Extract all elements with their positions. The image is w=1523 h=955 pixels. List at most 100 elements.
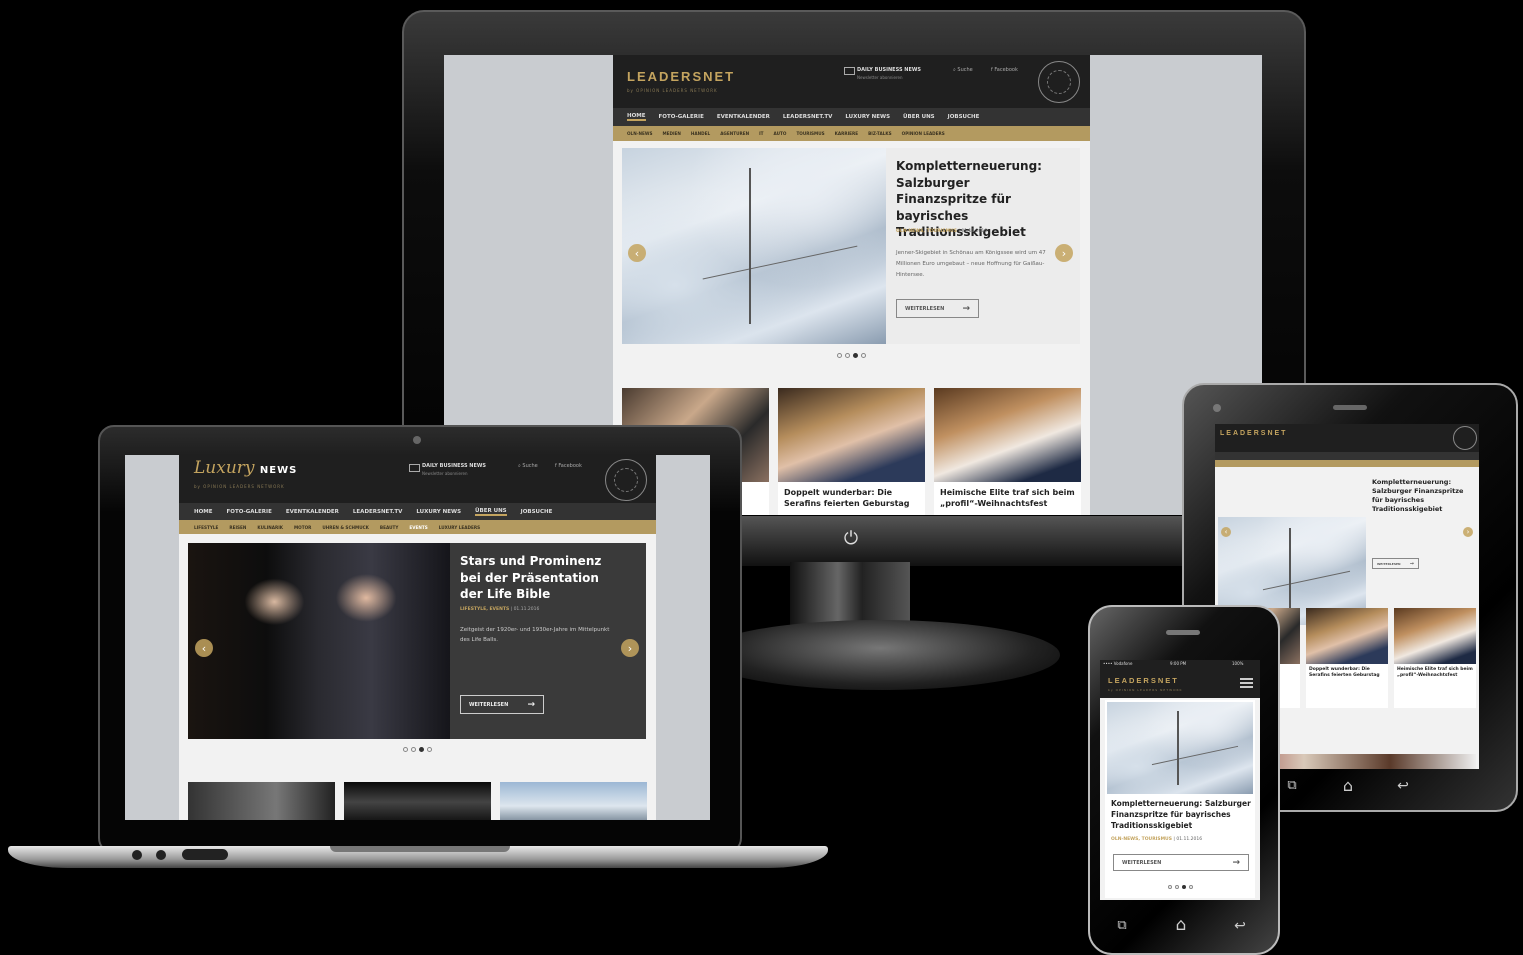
newsletter-link[interactable]: DAILY BUSINESS NEWS (422, 463, 486, 469)
home-icon[interactable]: ⌂ (1171, 915, 1191, 935)
back-icon[interactable]: ↩ (1231, 918, 1249, 934)
chevron-left-icon[interactable]: ‹ (195, 639, 213, 657)
slider-dot[interactable] (853, 353, 858, 358)
article-card-image[interactable] (500, 782, 647, 820)
facebook-icon: f (555, 463, 557, 469)
slider-dot[interactable] (403, 747, 408, 752)
laptop-camera (413, 436, 421, 444)
back-icon[interactable]: ↩ (1394, 778, 1412, 794)
subnav-item[interactable]: KARRIERE (835, 131, 858, 136)
read-more-button[interactable]: WEITERLESEN → (460, 695, 544, 714)
laptop-site: Luxury NEWS by OPINION LEADERS NETWORK D… (179, 455, 656, 820)
slider-dot[interactable] (861, 353, 866, 358)
hero-category[interactable]: LIFESTYLE, EVENTS (460, 607, 509, 612)
subnav-item[interactable]: BIZ-TALKS (868, 131, 892, 136)
search-link[interactable]: ⌕ Suche (518, 463, 538, 469)
newsletter-link[interactable]: DAILY BUSINESS NEWS (857, 67, 921, 73)
subnav-item[interactable]: HANDEL (691, 131, 710, 136)
nav-item[interactable]: LEADERSNET.TV (783, 114, 832, 120)
nav-item[interactable]: EVENTKALENDER (717, 114, 770, 120)
nav-item[interactable]: ÜBER UNS (475, 508, 507, 516)
subnav-item[interactable]: KULINARIK (257, 525, 283, 530)
subnav-item[interactable]: AUTO (774, 131, 787, 136)
article-card[interactable]: Heimische Elite traf sich beim „profil“-… (934, 388, 1081, 515)
subnav-item[interactable]: MOTOR (294, 525, 311, 530)
hero-category[interactable]: OLN-NEWS, TOURISMUS (1111, 837, 1172, 842)
slider-dot[interactable] (411, 747, 416, 752)
power-icon[interactable]: ⏻ (840, 528, 862, 550)
recent-apps-icon[interactable]: ⧉ (1114, 918, 1130, 934)
chevron-left-icon[interactable]: ‹ (628, 244, 646, 262)
hero-category[interactable]: OLN-NEWS, TOURISMUS (896, 229, 957, 234)
hero-image[interactable] (622, 148, 886, 344)
slider-dot[interactable] (419, 747, 424, 752)
nav-item[interactable]: LUXURY NEWS (416, 509, 461, 515)
read-more-button[interactable]: WEITERLESEN → (896, 299, 979, 318)
slider-dot[interactable] (845, 353, 850, 358)
hero-date: | 01.11.2016 (510, 607, 540, 612)
card-image (1394, 608, 1476, 664)
main-nav: HOME FOTO-GALERIE EVENTKALENDER LEADERSN… (179, 503, 656, 520)
nav-item[interactable]: ÜBER UNS (903, 114, 935, 120)
site-logo[interactable]: LEADERSNET (627, 69, 735, 84)
monitor-base (700, 620, 1060, 690)
hero-title[interactable]: Kompletterneuerung: Salzburger Finanzspr… (1372, 478, 1472, 514)
subnav-item[interactable]: UHREN & SCHMUCK (322, 525, 369, 530)
nav-item[interactable]: JOBSUCHE (948, 114, 980, 120)
slider-dot[interactable] (1167, 885, 1172, 889)
site-logo[interactable]: Luxury NEWS (194, 458, 297, 478)
subnav-item[interactable]: OLN-NEWS (627, 131, 652, 136)
search-link[interactable]: ⌕ Suche (953, 67, 973, 73)
subnav-item[interactable]: MEDIEN (662, 131, 680, 136)
facebook-link[interactable]: f Facebook (991, 67, 1018, 73)
hero-image[interactable] (188, 543, 450, 739)
subnav-item[interactable]: IT (759, 131, 763, 136)
nav-item[interactable]: EVENTKALENDER (286, 509, 339, 515)
read-more-label: WEITERLESEN (1122, 859, 1162, 866)
site-logo[interactable]: LEADERSNET (1220, 430, 1287, 437)
chevron-left-icon[interactable]: ‹ (1221, 527, 1231, 537)
slider-dot[interactable] (1188, 885, 1193, 889)
slider-dot[interactable] (427, 747, 432, 752)
article-card-image[interactable] (188, 782, 335, 820)
subnav-item[interactable]: BEAUTY (380, 525, 398, 530)
home-icon[interactable]: ⌂ (1338, 776, 1358, 796)
subnav-item[interactable]: LIFESTYLE (194, 525, 218, 530)
chevron-right-icon[interactable]: › (621, 639, 639, 657)
laptop-port (156, 850, 166, 860)
nav-item[interactable]: HOME (627, 113, 646, 121)
nav-item[interactable]: LEADERSNET.TV (353, 509, 402, 515)
slider-dot[interactable] (1174, 885, 1179, 889)
facebook-link[interactable]: f Facebook (555, 463, 582, 469)
article-card[interactable]: Doppelt wunderbar: Die Serafins feierten… (778, 388, 925, 515)
article-card-image[interactable] (344, 782, 491, 820)
subnav-item[interactable]: OPINION LEADERS (902, 131, 945, 136)
slider-dot[interactable] (1181, 885, 1186, 889)
hero-title[interactable]: Kompletterneuerung: Salzburger Finanzspr… (1111, 798, 1251, 831)
mail-icon[interactable] (844, 67, 855, 75)
nav-item[interactable]: LUXURY NEWS (845, 114, 890, 120)
subnav-item[interactable]: AGENTUREN (720, 131, 749, 136)
subnav-item[interactable]: EVENTS (409, 525, 427, 530)
hero-title[interactable]: Stars und Prominenz bei der Präsentation… (460, 553, 620, 603)
article-card[interactable]: Doppelt wunderbar: Die Serafins feierten… (1306, 608, 1388, 708)
subnav-item[interactable]: TOURISMUS (796, 131, 824, 136)
nav-item[interactable]: FOTO-GALERIE (227, 509, 272, 515)
hero-teaser: Zeitgeist der 1920er- und 1930er-Jahre i… (460, 627, 610, 643)
nav-item[interactable]: FOTO-GALERIE (659, 114, 704, 120)
menu-icon[interactable] (1240, 678, 1253, 688)
hero-image[interactable] (1107, 702, 1253, 794)
subnav-item[interactable]: LUXURY LEADERS (439, 525, 480, 530)
site-logo[interactable]: LEADERSNET (1108, 676, 1179, 685)
slider-dot[interactable] (837, 353, 842, 358)
chevron-right-icon[interactable]: › (1055, 244, 1073, 262)
mail-icon[interactable] (409, 464, 420, 472)
read-more-button[interactable]: WEITERLESEN → (1372, 558, 1419, 569)
read-more-button[interactable]: WEITERLESEN → (1113, 854, 1249, 871)
article-card[interactable]: Heimische Elite traf sich beim „profil“-… (1394, 608, 1476, 708)
recent-apps-icon[interactable]: ⧉ (1284, 778, 1300, 794)
subnav-item[interactable]: REISEN (229, 525, 246, 530)
chevron-right-icon[interactable]: › (1463, 527, 1473, 537)
nav-item[interactable]: HOME (194, 509, 213, 515)
nav-item[interactable]: JOBSUCHE (521, 509, 553, 515)
